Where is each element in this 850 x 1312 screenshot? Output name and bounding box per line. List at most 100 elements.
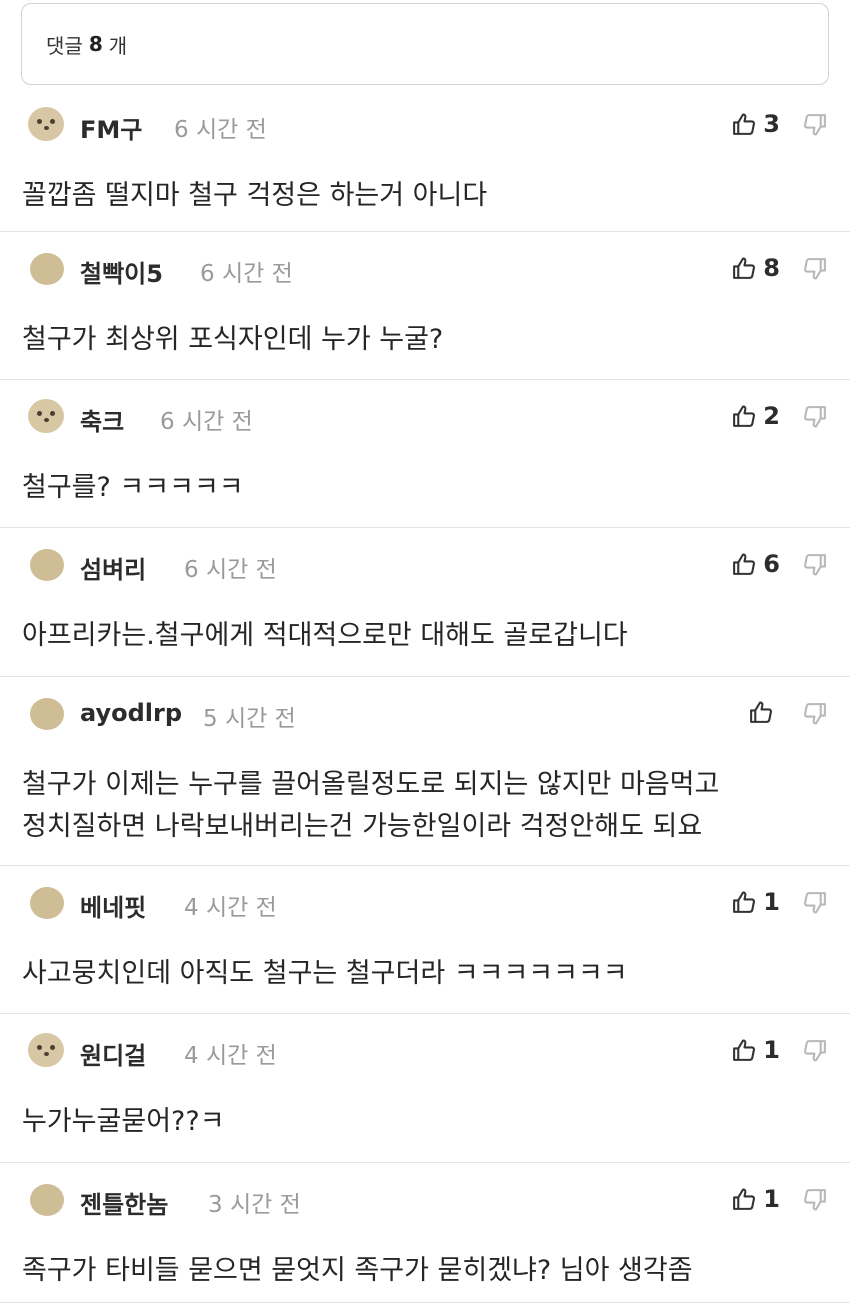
comment-header: FM구 6 시간 전 3 [0,88,850,148]
thumbs-down-icon [804,406,826,428]
like-button[interactable] [748,699,774,725]
comment-count-number: 8 [88,32,103,56]
dog-avatar[interactable] [28,107,64,141]
thumbs-up-icon [733,1188,756,1210]
dislike-button[interactable] [802,1038,828,1064]
thumbs-down-icon [804,892,826,914]
default-avatar[interactable] [30,698,64,730]
comment-text-line: 철구가 최상위 포식자인데 누가 누굴? [22,324,444,355]
like-button[interactable]: 8 [731,254,780,282]
default-avatar[interactable] [30,887,64,919]
dog-avatar[interactable] [28,1033,64,1067]
comment-text-line: 꼴깝좀 떨지마 철구 걱정은 하는거 아니다 [22,180,488,211]
comment-timestamp: 6 시간 전 [200,261,293,287]
thumbs-up-icon [733,257,756,279]
like-count: 3 [763,110,780,138]
dislike-button[interactable] [802,112,828,138]
thumbs-down-icon [804,258,826,280]
comment-text-line: 철구가 이제는 누구를 끌어올릴정도로 되지는 않지만 마음먹고 [22,769,720,800]
dislike-button[interactable] [802,256,828,282]
comment-header: ayodlrp 5 시간 전 [0,677,850,737]
thumbs-up-icon [733,1039,756,1061]
comment-body: 철구를? ㅋㅋㅋㅋㅋ [22,467,244,509]
comment-item: 원디걸 4 시간 전 1 누가누굴묻어??ㅋ [0,1014,850,1163]
comment-header: 축크 6 시간 전 2 [0,380,850,440]
comment-body: 족구가 타비들 묻으면 묻엇지 족구가 묻히겠냐? 님아 생각좀 [22,1250,693,1292]
thumbs-down-icon [804,1040,826,1062]
comment-body: 누가누굴묻어??ㅋ [22,1101,225,1143]
default-avatar[interactable] [30,1184,64,1216]
comment-item: FM구 6 시간 전 3 꼴깝좀 떨지마 철구 걱정은 하는거 아니다 [0,88,850,232]
like-button[interactable]: 6 [731,550,780,578]
comment-text-line: 정치질하면 나락보내버리는건 가능한일이라 걱정안해도 되요 [22,811,703,842]
comment-item: 섬벼리 6 시간 전 6 아프리카는.철구에게 적대적으로만 대해도 골로갑니다 [0,528,850,677]
like-button[interactable]: 2 [731,402,780,430]
comment-text-line: 사고뭉치인데 아직도 철구는 철구더라 ㅋㅋㅋㅋㅋㅋㅋ [22,958,628,989]
comment-body: 아프리카는.철구에게 적대적으로만 대해도 골로갑니다 [22,615,628,657]
comment-username[interactable]: FM구 [80,110,142,145]
comment-header: 원디걸 4 시간 전 1 [0,1014,850,1074]
thumbs-up-icon [733,405,756,427]
thumbs-down-icon [804,554,826,576]
default-avatar[interactable] [30,253,64,285]
dog-avatar[interactable] [28,399,64,433]
comment-header: 베네핏 4 시간 전 1 [0,866,850,926]
dislike-button[interactable] [802,701,828,727]
dislike-button[interactable] [802,890,828,916]
comment-body: 철구가 이제는 누구를 끌어올릴정도로 되지는 않지만 마음먹고정치질하면 나락… [22,764,719,848]
comment-timestamp: 6 시간 전 [184,557,277,583]
dislike-button[interactable] [802,1187,828,1213]
comment-timestamp: 3 시간 전 [208,1192,301,1218]
comment-header: 젠틀한놈 3 시간 전 1 [0,1163,850,1223]
dislike-button[interactable] [802,552,828,578]
comment-count-prefix: 댓글 [46,33,83,58]
default-avatar[interactable] [30,549,64,581]
like-count: 2 [763,402,780,430]
comment-item: 축크 6 시간 전 2 철구를? ㅋㅋㅋㅋㅋ [0,380,850,528]
like-count: 8 [763,254,780,282]
comment-timestamp: 6 시간 전 [160,409,253,435]
like-button[interactable]: 1 [731,888,780,916]
like-count: 6 [763,550,780,578]
like-button[interactable]: 1 [731,1036,780,1064]
dislike-button[interactable] [802,404,828,430]
thumbs-up-icon [733,113,756,135]
comment-item: ayodlrp 5 시간 전철구가 이제는 누구를 끌어올릴정도로 되지는 않지만… [0,677,850,866]
comment-count-suffix: 개 [108,33,128,58]
comment-username[interactable]: 철빡이5 [80,254,163,289]
like-count: 1 [763,888,780,916]
thumbs-down-icon [804,703,826,725]
comment-count-header: 댓글 8 개 [21,3,829,85]
comment-item: 젠틀한놈 3 시간 전 1 족구가 타비들 묻으면 묻엇지 족구가 묻히겠냐? 님아 … [0,1163,850,1303]
comment-body: 사고뭉치인데 아직도 철구는 철구더라 ㅋㅋㅋㅋㅋㅋㅋ [22,953,628,995]
comment-item: 베네핏 4 시간 전 1 사고뭉치인데 아직도 철구는 철구더라 ㅋㅋㅋㅋㅋㅋㅋ [0,866,850,1014]
thumbs-up-icon [750,701,772,723]
comment-username[interactable]: 섬벼리 [80,550,146,585]
comment-username[interactable]: 젠틀한놈 [80,1185,168,1220]
comment-timestamp: 4 시간 전 [184,895,277,921]
comment-text-line: 철구를? ㅋㅋㅋㅋㅋ [22,472,244,503]
comment-timestamp: 6 시간 전 [174,117,267,143]
thumbs-down-icon [804,114,826,136]
comment-item: 철빡이5 6 시간 전 8 철구가 최상위 포식자인데 누가 누굴? [0,232,850,380]
comment-username[interactable]: 축크 [80,402,124,437]
comment-username[interactable]: 베네핏 [80,888,146,923]
comment-header: 섬벼리 6 시간 전 6 [0,528,850,588]
comment-username[interactable]: 원디걸 [80,1036,146,1071]
comment-header: 철빡이5 6 시간 전 8 [0,232,850,292]
comment-text-line: 족구가 타비들 묻으면 묻엇지 족구가 묻히겠냐? 님아 생각좀 [22,1255,693,1286]
comment-body: 철구가 최상위 포식자인데 누가 누굴? [22,319,443,361]
comment-text-line: 아프리카는.철구에게 적대적으로만 대해도 골로갑니다 [22,620,628,651]
thumbs-up-icon [733,553,756,575]
thumbs-down-icon [804,1189,826,1211]
comment-timestamp: 4 시간 전 [184,1043,277,1069]
comment-body: 꼴깝좀 떨지마 철구 걱정은 하는거 아니다 [22,175,487,217]
comment-text-line: 누가누굴묻어??ㅋ [22,1106,225,1137]
like-button[interactable]: 1 [731,1185,780,1213]
like-button[interactable]: 3 [731,110,780,138]
thumbs-up-icon [733,891,756,913]
comment-username[interactable]: ayodlrp [80,699,182,727]
comment-timestamp: 5 시간 전 [203,706,296,732]
like-count: 1 [763,1036,780,1064]
like-count: 1 [763,1185,780,1213]
